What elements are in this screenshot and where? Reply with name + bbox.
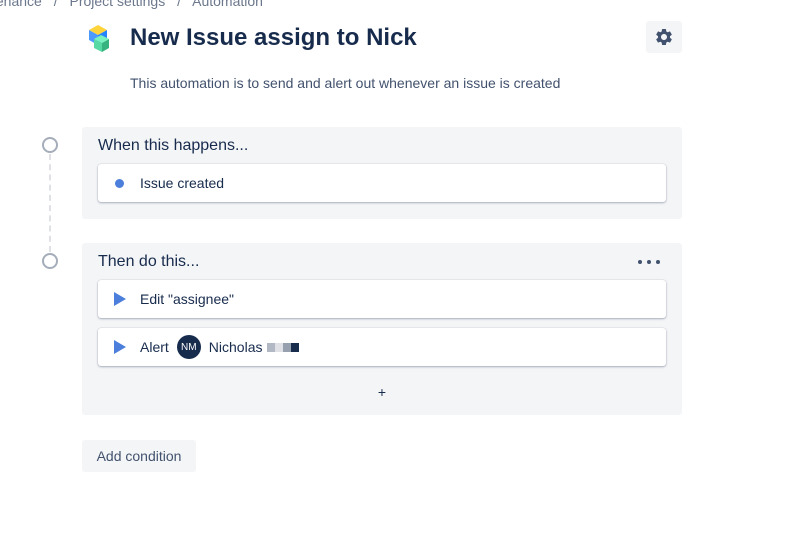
action-card-edit-assignee[interactable]: Edit "assignee" — [98, 280, 666, 318]
breadcrumb-item-project-settings[interactable]: Project settings — [70, 0, 166, 9]
actions-heading: Then do this... — [98, 253, 200, 270]
more-icon[interactable] — [638, 255, 660, 269]
play-icon — [114, 292, 126, 306]
rule-title: New Issue assign to Nick — [130, 24, 417, 51]
breadcrumb-separator: / — [53, 0, 58, 9]
timeline-connector — [49, 154, 51, 252]
rule-description: This automation is to send and alert out… — [130, 75, 561, 91]
breadcrumb-separator: / — [177, 0, 181, 9]
action-label: Alert — [140, 339, 169, 355]
breadcrumb-item-maintenance[interactable]: tenance — [0, 0, 42, 9]
action-card-alert[interactable]: Alert NM Nicholas — [98, 328, 666, 366]
add-condition-button[interactable]: Add condition — [82, 440, 196, 472]
add-action-button[interactable]: + — [370, 384, 394, 400]
timeline-node-actions — [42, 253, 58, 269]
settings-button[interactable] — [646, 21, 682, 53]
automation-logo-icon — [82, 22, 114, 54]
breadcrumb-item-automation[interactable]: Automation — [192, 0, 263, 9]
timeline-node-trigger — [42, 137, 58, 153]
trigger-card[interactable]: Issue created — [98, 164, 666, 202]
redacted-surname — [266, 342, 299, 352]
trigger-heading: When this happens... — [98, 137, 249, 154]
trigger-label: Issue created — [140, 175, 225, 191]
breadcrumb: tenance / Project settings / Automation — [0, 0, 263, 9]
user-name: Nicholas — [208, 339, 263, 355]
dot-icon — [115, 178, 124, 188]
play-icon — [114, 340, 126, 354]
avatar: NM — [176, 335, 201, 359]
trigger-panel: When this happens... Issue created — [82, 127, 682, 219]
gear-icon — [656, 28, 672, 45]
action-label: Edit "assignee" — [140, 291, 234, 307]
actions-panel: Then do this... Edit "assignee" Alert NM… — [82, 243, 682, 415]
